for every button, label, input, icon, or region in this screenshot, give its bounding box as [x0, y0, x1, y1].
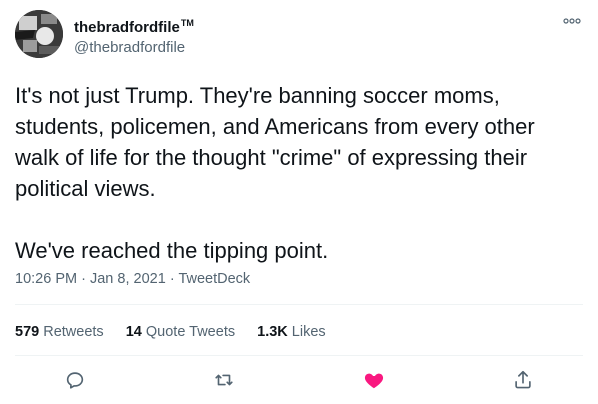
meta-separator: · [169, 271, 175, 287]
meta-separator: · [81, 271, 86, 287]
avatar[interactable] [15, 10, 63, 58]
divider [15, 355, 583, 356]
user-info[interactable]: thebradfordfileTM @thebradfordfile [74, 13, 194, 58]
quote-tweets-count: 14 [125, 324, 142, 340]
user-handle[interactable]: @thebradfordfile [74, 38, 194, 58]
share-icon [515, 370, 531, 389]
quote-tweets-stat[interactable]: 14 Quote Tweets [126, 322, 235, 342]
more-icon[interactable] [562, 14, 582, 26]
tweet-date[interactable]: Jan 8, 2021 [90, 271, 166, 287]
like-icon [364, 373, 383, 389]
likes-stat[interactable]: 1.3K Likes [257, 322, 326, 342]
trademark-mark: TM [180, 18, 194, 28]
retweets-label: Retweets [43, 324, 104, 340]
likes-label: Likes [291, 324, 326, 340]
tweet-card: thebradfordfileTM @thebradfordfile It's … [0, 0, 598, 404]
tweet-text: It's not just Trump. They're banning soc… [15, 83, 535, 263]
retweets-stat[interactable]: 579 Retweets [15, 322, 104, 342]
retweets-count: 579 [15, 324, 40, 340]
reply-button[interactable] [55, 360, 95, 400]
tweet-time[interactable]: 10:26 PM [15, 271, 77, 287]
like-button[interactable] [354, 360, 394, 400]
display-name-text: thebradfordfile [74, 19, 180, 36]
likes-count: 1.3K [257, 324, 288, 340]
share-button[interactable] [503, 360, 543, 400]
divider [15, 304, 583, 305]
retweet-icon [215, 374, 233, 386]
tweet-meta: 10:26 PM · Jan 8, 2021 · TweetDeck [15, 269, 250, 289]
action-bar [0, 360, 598, 400]
reply-icon [66, 372, 83, 389]
tweet-source[interactable]: TweetDeck [178, 271, 250, 287]
display-name[interactable]: thebradfordfileTM [74, 13, 194, 38]
tweet-stats: 579 Retweets 14 Quote Tweets 1.3K Likes [15, 322, 344, 342]
quote-tweets-label: Quote Tweets [145, 324, 236, 340]
retweet-button[interactable] [204, 360, 244, 400]
